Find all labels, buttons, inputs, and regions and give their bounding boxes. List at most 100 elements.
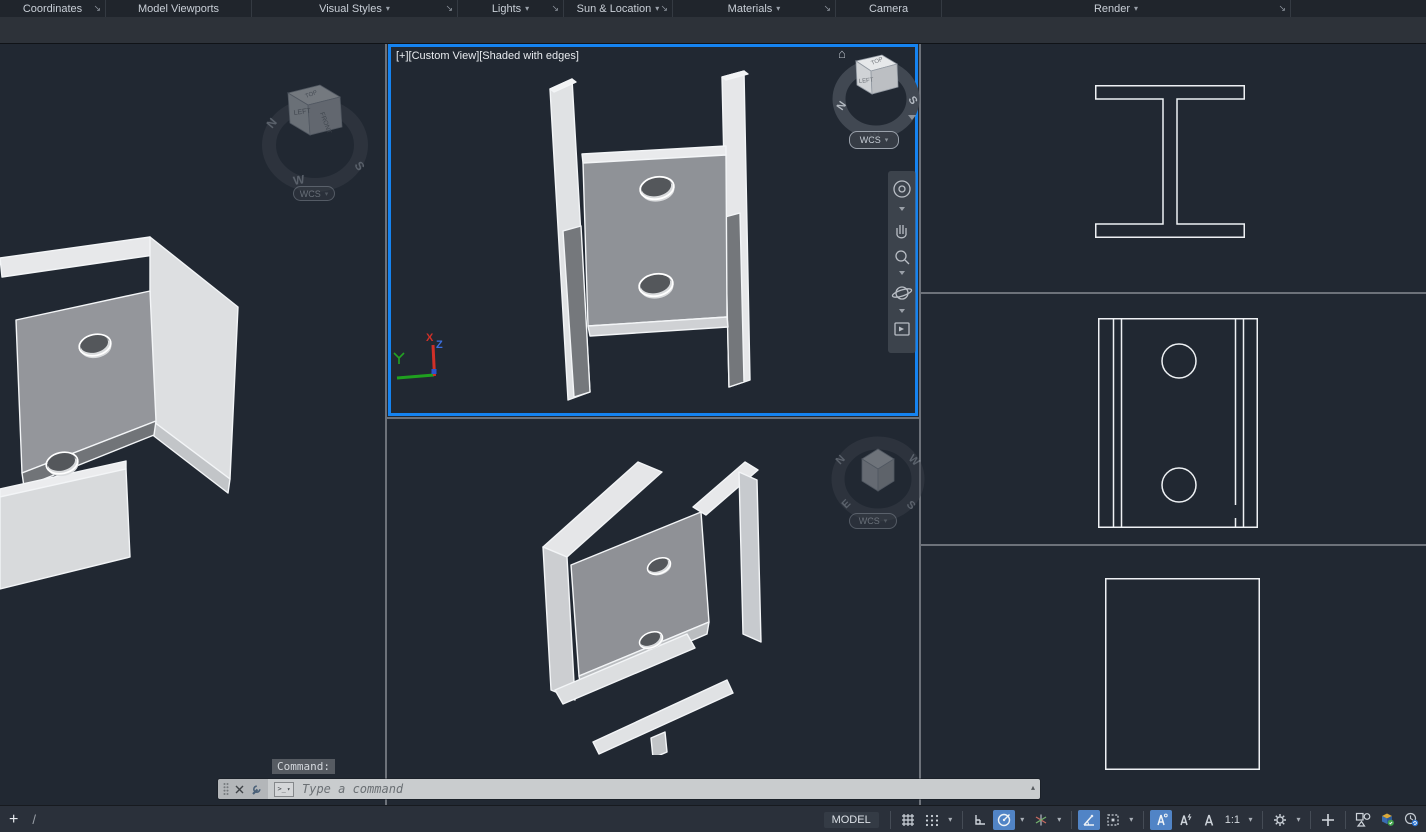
viewport-divider-horizontal-center[interactable]	[387, 417, 919, 419]
ribbon-panel-materials[interactable]: Materials ▾ ↘	[673, 0, 836, 17]
left-viewport-3d-model	[0, 225, 245, 595]
ribbon-panel-lights[interactable]: Lights ▾ ↘	[458, 0, 564, 17]
panel-title: Render	[1094, 3, 1130, 15]
panel-launcher-icon[interactable]: ↘	[551, 3, 559, 14]
chevron-down-icon[interactable]: ▾	[1245, 810, 1256, 830]
bottom-viewport-3d-model	[535, 450, 770, 755]
chevron-down-icon[interactable]: ▾	[655, 4, 659, 13]
gear-icon	[1272, 812, 1288, 828]
isolate-objects-button[interactable]	[1352, 810, 1374, 830]
viewport-divider-horizontal-right-1[interactable]	[921, 292, 1426, 294]
command-prompt-icon[interactable]: >_ ▾	[274, 782, 294, 797]
annotation-visibility-toggle[interactable]	[1150, 810, 1172, 830]
ribbon-panel-model-viewports[interactable]: Model Viewports	[106, 0, 252, 17]
status-customize-button[interactable]	[1317, 810, 1339, 830]
isometric-drafting-icon	[1033, 812, 1049, 828]
graphics-performance-icon	[1380, 812, 1395, 827]
performance-clock-icon	[1404, 812, 1419, 827]
chevron-down-icon: ▾	[884, 517, 888, 525]
pan-icon[interactable]	[897, 225, 906, 238]
drawing-area[interactable]: N W S LEFT FRONT TOP WCS ▾ [+][Custom Vi…	[0, 43, 1426, 805]
command-expand-icon[interactable]: ▴	[1031, 783, 1035, 792]
wcs-selector-bottom[interactable]: WCS ▾	[849, 513, 897, 529]
model-space-button[interactable]: MODEL	[824, 812, 879, 828]
drag-grip-icon[interactable]	[223, 782, 229, 796]
autocad-window: Coordinates ↘ Model Viewports Visual Sty…	[0, 0, 1426, 832]
panel-launcher-icon[interactable]: ↘	[93, 3, 101, 14]
slash-icon: /	[32, 812, 36, 827]
panel-launcher-icon[interactable]: ↘	[445, 3, 453, 14]
chevron-down-icon[interactable]: ▾	[386, 4, 390, 13]
wrench-icon[interactable]	[250, 783, 263, 796]
annotation-visibility-icon	[1153, 812, 1169, 828]
ribbon-panel-coordinates[interactable]: Coordinates ↘	[0, 0, 106, 17]
graphics-performance-button[interactable]	[1376, 810, 1398, 830]
chevron-down-icon[interactable]: ▾	[945, 810, 956, 830]
chevron-down-icon[interactable]: ▾	[1054, 810, 1065, 830]
ribbon-panel-render[interactable]: Render ▾ ↘	[942, 0, 1291, 17]
navigation-bar[interactable]	[888, 171, 916, 353]
close-icon[interactable]	[234, 784, 245, 795]
panel-title: Lights	[492, 3, 521, 15]
ucs-icon: X Z	[392, 331, 444, 387]
navigation-wheel-icon[interactable]	[894, 181, 910, 197]
ribbon-panel-visual-styles[interactable]: Visual Styles ▾ ↘	[252, 0, 458, 17]
panel-title: Model Viewports	[138, 3, 219, 15]
polar-tracking-toggle[interactable]	[993, 810, 1015, 830]
wcs-selector-left[interactable]: WCS ▾	[293, 186, 335, 201]
workspace-switching-button[interactable]	[1269, 810, 1291, 830]
chevron-down-icon[interactable]	[899, 309, 905, 313]
ribbon-body-strip	[0, 17, 1426, 44]
chevron-down-icon[interactable]	[899, 271, 905, 275]
divider	[1345, 811, 1346, 829]
ortho-icon	[972, 812, 988, 828]
ribbon-panel-bar: Coordinates ↘ Model Viewports Visual Sty…	[0, 0, 1426, 17]
command-input[interactable]	[300, 781, 1034, 797]
command-dock-grip-area[interactable]	[218, 779, 268, 799]
wcs-label: WCS	[300, 189, 321, 199]
viewport-divider-vertical-right[interactable]	[919, 43, 921, 805]
ribbon-panel-camera[interactable]: Camera	[836, 0, 942, 17]
object-snap-toggle[interactable]	[1102, 810, 1124, 830]
wcs-selector-active[interactable]: WCS ▾	[849, 131, 899, 149]
panel-title: Visual Styles	[319, 3, 382, 15]
panel-launcher-icon[interactable]: ↘	[660, 3, 668, 14]
chevron-down-icon[interactable]	[899, 207, 905, 211]
zoom-icon[interactable]	[896, 251, 906, 261]
grid-icon	[900, 812, 916, 828]
divider	[890, 811, 891, 829]
panel-launcher-icon[interactable]: ↘	[1278, 3, 1286, 14]
annotation-autoscale-toggle[interactable]	[1174, 810, 1196, 830]
chevron-down-icon[interactable]: ▾	[1293, 810, 1304, 830]
viewport-divider-vertical-left[interactable]	[385, 43, 387, 805]
divider	[1310, 811, 1311, 829]
object-snap-tracking-toggle[interactable]	[1078, 810, 1100, 830]
grid-toggle[interactable]	[897, 810, 919, 830]
annotation-scale-value[interactable]: 1:1	[1222, 814, 1243, 826]
viewport-label[interactable]: [+][Custom View][Shaded with edges]	[396, 50, 579, 62]
performance-monitor-button[interactable]	[1400, 810, 1422, 830]
plus-icon	[1320, 812, 1336, 828]
ortho-toggle[interactable]	[969, 810, 991, 830]
active-viewport-3d-model	[530, 70, 790, 410]
annotation-scale-toggle[interactable]	[1198, 810, 1220, 830]
annotation-autoscale-icon	[1177, 812, 1193, 828]
snap-mode-toggle[interactable]	[921, 810, 943, 830]
ribbon-panel-sun-location[interactable]: Sun & Location ▾ ↘	[564, 0, 673, 17]
command-history-line: Command:	[272, 759, 335, 774]
chevron-down-icon[interactable]: ▾	[1134, 4, 1138, 13]
chevron-down-icon[interactable]: ▾	[776, 4, 780, 13]
command-dock[interactable]: >_ ▾ ▴	[218, 779, 1040, 799]
chevron-down-icon[interactable]: ▾	[525, 4, 529, 13]
wcs-label: WCS	[860, 135, 881, 145]
command-input-area[interactable]: >_ ▾ ▴	[268, 779, 1040, 799]
viewport-divider-horizontal-right-2[interactable]	[921, 544, 1426, 546]
divider	[1143, 811, 1144, 829]
chevron-down-icon[interactable]: ▾	[1126, 810, 1137, 830]
chevron-down-icon[interactable]: ▾	[1017, 810, 1028, 830]
new-layout-button[interactable]: +	[9, 812, 18, 828]
isometric-drafting-toggle[interactable]	[1030, 810, 1052, 830]
panel-launcher-icon[interactable]: ↘	[823, 3, 831, 14]
panel-title: Camera	[869, 3, 908, 15]
ucs-x-label: X	[426, 332, 434, 344]
